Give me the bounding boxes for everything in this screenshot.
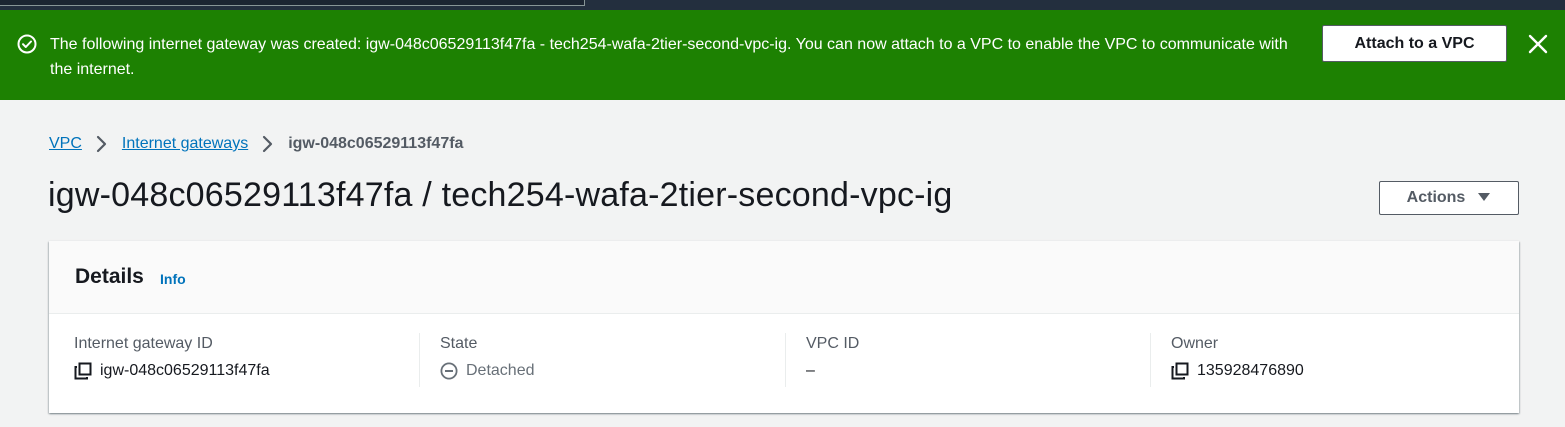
actions-button[interactable]: Actions [1379,181,1519,215]
chevron-right-icon [254,134,282,154]
field-value: 135928476890 [1171,362,1304,380]
copy-icon[interactable] [74,362,92,380]
copy-icon[interactable] [1171,362,1189,380]
field-value: igw-048c06529113f47fa [74,362,270,380]
details-title: Details [75,265,144,288]
field-internet-gateway-id: Internet gateway ID igw-048c06529113f47f… [74,333,419,387]
breadcrumb-vpc-link[interactable]: VPC [49,135,82,153]
caret-down-icon [1477,189,1491,207]
success-check-icon [17,34,37,54]
top-navigation-bar [0,0,1565,10]
field-value: – [806,362,815,380]
field-label: VPC ID [806,335,860,352]
internet-gateway-id-value: igw-048c06529113f47fa [100,362,270,379]
search-bar-edge[interactable] [0,0,585,6]
breadcrumb: VPC Internet gateways igw-048c06529113f4… [49,133,463,155]
field-state: State Detached [419,333,785,387]
details-header: Details Info [49,241,1519,314]
info-link[interactable]: Info [160,271,186,287]
close-icon[interactable] [1525,31,1551,57]
details-card: Details Info Internet gateway ID igw-048… [49,241,1519,413]
breadcrumb-internet-gateways-link[interactable]: Internet gateways [122,135,248,153]
actions-label: Actions [1406,189,1466,206]
field-label: Internet gateway ID [74,335,213,352]
chevron-right-icon [88,134,116,154]
field-label: Owner [1171,335,1219,352]
field-vpc-id: VPC ID – [785,333,1150,387]
state-value: Detached [466,362,535,379]
vpc-id-value: – [806,362,815,379]
attach-to-vpc-button[interactable]: Attach to a VPC [1322,25,1507,62]
breadcrumb-current: igw-048c06529113f47fa [288,135,464,152]
success-flash-banner: The following internet gateway was creat… [0,10,1565,100]
field-label: State [440,335,478,352]
page-title: igw-048c06529113f47fa / tech254-wafa-2ti… [48,176,953,214]
detached-status-icon [440,362,458,380]
field-owner: Owner 135928476890 [1150,333,1495,387]
flash-message: The following internet gateway was creat… [50,36,1288,78]
owner-value: 135928476890 [1197,362,1304,379]
field-value: Detached [440,362,535,380]
